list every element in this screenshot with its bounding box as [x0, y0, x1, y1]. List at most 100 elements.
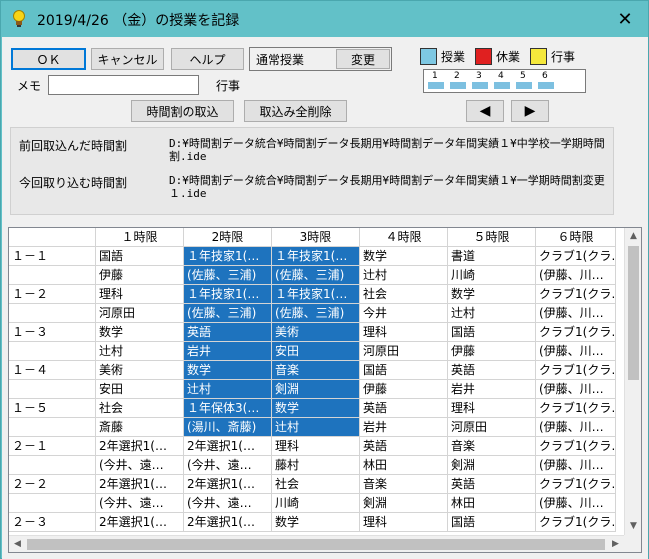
timetable-cell[interactable]: 2年選択1(…: [96, 475, 184, 494]
timetable-cell[interactable]: 今井: [360, 304, 448, 323]
timetable-cell[interactable]: 美術: [272, 323, 360, 342]
period-cell[interactable]: 5: [516, 71, 532, 90]
timetable-cell[interactable]: 辻村: [184, 380, 272, 399]
previous-day-button[interactable]: ◀: [466, 100, 504, 122]
timetable-cell[interactable]: １年技家1(…: [272, 247, 360, 266]
timetable-grid[interactable]: クラブ1(クラ… 国語 理科 数学 2年選択1(… 2年選択1(… ２－３ (伊藤、川… 林田剣…: [8, 227, 642, 553]
timetable-cell[interactable]: 2年選択1(…: [184, 475, 272, 494]
timetable-cell[interactable]: 書道: [448, 247, 536, 266]
horizontal-scroll-thumb[interactable]: [27, 539, 605, 550]
timetable-cell[interactable]: 林田: [448, 494, 536, 513]
timetable-cell[interactable]: (伊藤、川…: [536, 342, 616, 361]
timetable-cell[interactable]: (伊藤、川…: [536, 494, 616, 513]
timetable-cell[interactable]: (湯川、斎藤): [184, 418, 272, 437]
period-cell[interactable]: 6: [538, 71, 554, 90]
timetable-cell[interactable]: 数学: [272, 513, 360, 532]
timetable-cell[interactable]: (伊藤、川…: [536, 266, 616, 285]
timetable-cell[interactable]: 社会: [360, 285, 448, 304]
timetable-cell[interactable]: 英語: [360, 399, 448, 418]
timetable-cell[interactable]: 2年選択1(…: [184, 513, 272, 532]
horizontal-scrollbar[interactable]: ◀ ▶: [9, 535, 624, 552]
timetable-cell[interactable]: (今井、遠…: [184, 494, 272, 513]
import-timetable-button[interactable]: 時間割の取込: [131, 100, 234, 122]
timetable-cell[interactable]: 理科: [272, 437, 360, 456]
timetable-cell[interactable]: 伊藤: [96, 266, 184, 285]
timetable-cell[interactable]: (今井、遠…: [96, 456, 184, 475]
timetable-cell[interactable]: １年技家1(…: [184, 285, 272, 304]
timetable-cell[interactable]: 数学: [272, 399, 360, 418]
timetable-cell[interactable]: 安田: [272, 342, 360, 361]
timetable-cell[interactable]: 伊藤: [360, 380, 448, 399]
timetable-cell[interactable]: 英語: [360, 437, 448, 456]
timetable-cell[interactable]: 数学: [96, 323, 184, 342]
timetable-cell[interactable]: １年技家1(…: [184, 247, 272, 266]
timetable-cell[interactable]: 岩井: [360, 418, 448, 437]
timetable-cell[interactable]: 2年選択1(…: [96, 437, 184, 456]
memo-input[interactable]: [48, 75, 199, 95]
timetable-cell[interactable]: 剣淵: [448, 456, 536, 475]
timetable-cell[interactable]: クラブ1(クラ…: [536, 399, 616, 418]
timetable-cell[interactable]: 国語: [448, 513, 536, 532]
delete-all-imports-button[interactable]: 取込み全削除: [244, 100, 347, 122]
timetable-cell[interactable]: 剣淵: [360, 494, 448, 513]
period-cell[interactable]: 3: [472, 71, 488, 90]
timetable-cell[interactable]: 辻村: [360, 266, 448, 285]
timetable-cell[interactable]: 剣淵: [272, 380, 360, 399]
vertical-scroll-thumb[interactable]: [628, 246, 639, 380]
timetable-cell[interactable]: クラブ1(クラ…: [536, 361, 616, 380]
period-cell[interactable]: 2: [450, 71, 466, 90]
scroll-left-icon[interactable]: ◀: [9, 536, 26, 552]
timetable-cell[interactable]: (今井、遠…: [96, 494, 184, 513]
timetable-cell[interactable]: 音楽: [272, 361, 360, 380]
period-cell[interactable]: 1: [428, 71, 444, 90]
timetable-cell[interactable]: (佐藤、三浦): [272, 266, 360, 285]
timetable-cell[interactable]: 伊藤: [448, 342, 536, 361]
timetable-cell[interactable]: (伊藤、川…: [536, 380, 616, 399]
timetable-cell[interactable]: 川崎: [448, 266, 536, 285]
timetable-cell[interactable]: 理科: [360, 513, 448, 532]
help-button[interactable]: ヘルプ: [171, 48, 244, 70]
timetable-cell[interactable]: 川崎: [272, 494, 360, 513]
timetable-cell[interactable]: 理科: [360, 323, 448, 342]
timetable-cell[interactable]: 数学: [448, 285, 536, 304]
cancel-button[interactable]: キャンセル: [91, 48, 164, 70]
timetable-cell[interactable]: (佐藤、三浦): [184, 304, 272, 323]
timetable-cell[interactable]: クラブ1(クラ…: [536, 437, 616, 456]
timetable-cell[interactable]: 美術: [96, 361, 184, 380]
timetable-cell[interactable]: 数学: [360, 247, 448, 266]
timetable-cell[interactable]: (佐藤、三浦): [184, 266, 272, 285]
timetable-cell[interactable]: 社会: [96, 399, 184, 418]
timetable-cell[interactable]: 藤村: [272, 456, 360, 475]
timetable-cell[interactable]: 理科: [96, 285, 184, 304]
period-cell[interactable]: 4: [494, 71, 510, 90]
timetable-cell[interactable]: (伊藤、川…: [536, 304, 616, 323]
scroll-up-icon[interactable]: ▲: [625, 228, 641, 245]
timetable-cell[interactable]: 河原田: [448, 418, 536, 437]
timetable-cell[interactable]: 英語: [184, 323, 272, 342]
timetable-cell[interactable]: 岩井: [448, 380, 536, 399]
timetable-cell[interactable]: 音楽: [360, 475, 448, 494]
timetable-cell[interactable]: 辻村: [448, 304, 536, 323]
timetable-cell[interactable]: 安田: [96, 380, 184, 399]
timetable-cell[interactable]: クラブ1(クラ…: [536, 247, 616, 266]
timetable-cell[interactable]: 理科: [448, 399, 536, 418]
timetable-cell[interactable]: (伊藤、川…: [536, 418, 616, 437]
ok-button[interactable]: ＯＫ: [11, 48, 86, 70]
timetable-cell[interactable]: (伊藤、川…: [536, 456, 616, 475]
period-strip[interactable]: 1 2 3 4 5 6: [423, 69, 586, 93]
timetable-cell[interactable]: 河原田: [360, 342, 448, 361]
timetable-cell[interactable]: (今井、遠…: [184, 456, 272, 475]
timetable-cell[interactable]: クラブ1(クラ…: [536, 475, 616, 494]
change-mode-button[interactable]: 変更: [336, 49, 390, 69]
timetable-cell[interactable]: 2年選択1(…: [96, 513, 184, 532]
next-day-button[interactable]: ▶: [511, 100, 549, 122]
timetable-cell[interactable]: 英語: [448, 475, 536, 494]
timetable-cell[interactable]: 河原田: [96, 304, 184, 323]
timetable-cell[interactable]: 社会: [272, 475, 360, 494]
timetable-cell[interactable]: クラブ1(クラ…: [536, 513, 616, 532]
timetable-cell[interactable]: 岩井: [184, 342, 272, 361]
timetable-cell[interactable]: １年技家1(…: [272, 285, 360, 304]
timetable-cell[interactable]: 英語: [448, 361, 536, 380]
vertical-scrollbar[interactable]: ▲ ▼: [624, 228, 641, 535]
scroll-right-icon[interactable]: ▶: [607, 536, 624, 552]
